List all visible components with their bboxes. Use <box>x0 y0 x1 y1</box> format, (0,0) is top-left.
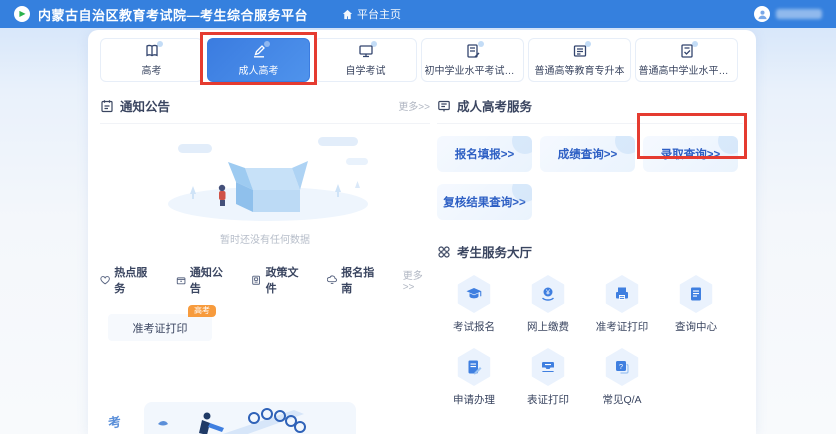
user-name-masked[interactable] <box>776 9 822 19</box>
clipboard-icon <box>100 99 114 113</box>
doc-check-icon <box>679 43 695 59</box>
tab-label: 高考 <box>142 62 162 77</box>
tab-zixue-kaoshi[interactable]: 自学考试 <box>314 38 417 82</box>
quick-tab-policy-files[interactable]: 政策文件 <box>251 264 303 296</box>
graduation-cap-icon <box>456 275 492 313</box>
file-icon <box>251 274 261 286</box>
hot-card-badge: 高考 <box>188 305 216 317</box>
quick-tabs-more-link[interactable]: 更多>> <box>403 267 430 293</box>
grid-icon <box>437 245 451 259</box>
tab-label: 自学考试 <box>346 62 386 77</box>
quick-tab-label: 政策文件 <box>266 264 303 296</box>
svg-text:?: ? <box>619 362 623 371</box>
tab-label: 普通高等教育专升本 <box>535 62 625 77</box>
hall-item-label: 考试报名 <box>453 319 495 334</box>
hall-item-label: 网上缴费 <box>527 319 569 334</box>
hot-card-label: 准考证打印 <box>133 320 188 336</box>
printer-icon <box>604 275 640 313</box>
box-icon <box>176 274 186 286</box>
home-link-label: 平台主页 <box>357 6 401 22</box>
hall-item-label: 申请办理 <box>453 392 495 407</box>
empty-box-illustration <box>150 132 380 224</box>
hall-item-apply[interactable]: 申请办理 <box>453 348 495 407</box>
service-hall-title: 考生服务大厅 <box>457 242 532 261</box>
platform-title: 内蒙古自治区教育考试院—考生综合服务平台 <box>38 5 308 24</box>
user-avatar-icon[interactable] <box>754 6 770 22</box>
home-icon <box>342 9 353 20</box>
book-icon <box>144 43 160 59</box>
hall-item-label: 表证打印 <box>527 392 569 407</box>
board-icon <box>437 99 451 113</box>
exam-type-tabs: 高考 成人高考 自学考试 初中学业水平考试（中考） 普通高等教育专升本 <box>100 38 738 82</box>
adult-exam-services-panel: 成人高考服务 报名填报>> 成绩查询>> 录取查询>> 复核结果查询>> 考生服… <box>437 96 743 407</box>
payment-icon: ¥ <box>530 275 566 313</box>
tab-zhuanshengben[interactable]: 普通高等教育专升本 <box>528 38 631 82</box>
tab-gaokao[interactable]: 高考 <box>100 38 203 82</box>
notice-section-title: 通知公告 <box>120 96 170 115</box>
hall-item-ticket-print[interactable]: 准考证打印 <box>596 275 649 334</box>
score-query-button[interactable]: 成绩查询>> <box>540 136 635 172</box>
notice-more-link[interactable]: 更多>> <box>398 98 430 113</box>
admission-ticket-print-card[interactable]: 准考证打印 高考 <box>108 314 212 341</box>
hall-item-online-payment[interactable]: ¥ 网上缴费 <box>527 275 569 334</box>
tab-chengren-gaokao[interactable]: 成人高考 <box>207 38 310 82</box>
bottom-banner-illustration <box>144 402 356 434</box>
bottom-banner-kao-char: 考 <box>106 411 122 432</box>
monitor-icon <box>358 43 374 59</box>
pen-icon <box>251 43 267 59</box>
home-link[interactable]: 平台主页 <box>342 6 401 22</box>
quick-tabs: 热点服务 通知公告 政策文件 报名指南 更多>> <box>100 264 430 296</box>
notice-panel: 通知公告 更多>> 暂时还没有任何数据 <box>100 96 430 341</box>
hall-item-exam-signup[interactable]: 考试报名 <box>453 275 495 334</box>
notice-empty-state: 暂时还没有任何数据 <box>100 124 430 246</box>
tab-zhongkao[interactable]: 初中学业水平考试（中考） <box>421 38 524 82</box>
service-hall-grid: 考试报名 ¥ 网上缴费 准考证打印 查询中心 <box>437 275 743 407</box>
top-bar: ▶ 内蒙古自治区教育考试院—考生综合服务平台 平台主页 <box>0 0 836 28</box>
quick-tab-label: 通知公告 <box>190 264 227 296</box>
newspaper-icon <box>572 43 588 59</box>
empty-state-text: 暂时还没有任何数据 <box>100 231 430 246</box>
tray-icon <box>530 348 566 386</box>
hall-item-label: 准考证打印 <box>596 319 649 334</box>
hall-item-label: 查询中心 <box>675 319 717 334</box>
quick-tab-signup-guide[interactable]: 报名指南 <box>327 264 379 296</box>
hall-item-label: 常见Q/A <box>602 392 641 407</box>
main-content-card: 高考 成人高考 自学考试 初中学业水平考试（中考） 普通高等教育专升本 <box>88 30 756 434</box>
play-circle-icon: ▶ <box>14 6 30 22</box>
svg-text:¥: ¥ <box>546 289 550 296</box>
edit-doc-icon <box>456 348 492 386</box>
tab-xuekao[interactable]: 普通高中学业水平考试（学... <box>635 38 738 82</box>
quick-tab-label: 热点服务 <box>114 264 151 296</box>
guide-icon <box>327 274 337 286</box>
signup-fill-button[interactable]: 报名填报>> <box>437 136 532 172</box>
admission-query-button[interactable]: 录取查询>> <box>643 136 738 172</box>
question-icon: ? <box>604 348 640 386</box>
quick-tab-hot-services[interactable]: 热点服务 <box>100 264 152 296</box>
hall-item-form-print[interactable]: 表证打印 <box>527 348 569 407</box>
hall-item-faq[interactable]: ? 常见Q/A <box>602 348 641 407</box>
quick-tab-notices[interactable]: 通知公告 <box>176 264 228 296</box>
doc-pen-icon <box>465 43 481 59</box>
document-icon <box>678 275 714 313</box>
review-result-query-button[interactable]: 复核结果查询>> <box>437 184 532 220</box>
tab-label: 普通高中学业水平考试（学... <box>639 62 735 77</box>
heart-icon <box>100 274 110 286</box>
quick-tab-label: 报名指南 <box>341 264 378 296</box>
adult-services-title: 成人高考服务 <box>457 96 532 115</box>
tab-label: 成人高考 <box>239 62 279 77</box>
hall-item-query-center[interactable]: 查询中心 <box>675 275 717 334</box>
tab-label: 初中学业水平考试（中考） <box>425 62 521 77</box>
